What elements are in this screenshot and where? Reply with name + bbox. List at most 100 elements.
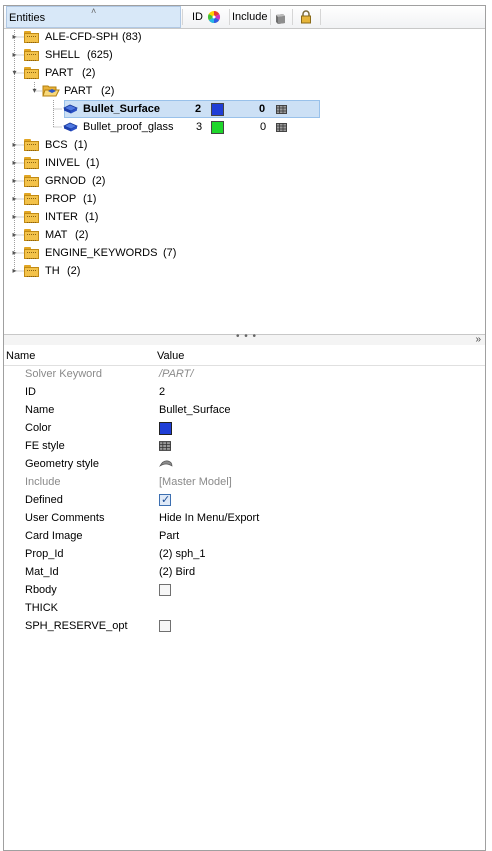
name-column-header[interactable]: Name: [6, 350, 35, 362]
tree-item-count: (625): [87, 49, 113, 61]
property-card-image[interactable]: Card Image Part: [4, 527, 485, 545]
tree-item-part[interactable]: ▾ PART (2): [4, 64, 304, 82]
property-prop-id[interactable]: Prop_Id (2) sph_1: [4, 545, 485, 563]
property-value: [Master Model]: [159, 476, 232, 488]
property-geometry-style[interactable]: Geometry style: [4, 455, 485, 473]
collapse-icon[interactable]: ▾: [11, 64, 18, 82]
property-value[interactable]: Part: [159, 527, 179, 545]
folder-icon: [24, 175, 39, 187]
property-name: Solver Keyword: [25, 368, 103, 380]
tree-item-bcs[interactable]: ▸ BCS (1): [4, 136, 304, 154]
expand-icon[interactable]: ▸: [11, 172, 18, 190]
include-column-header[interactable]: Include: [232, 6, 267, 28]
expand-icon[interactable]: ▸: [11, 136, 18, 154]
expand-icon[interactable]: ▸: [11, 208, 18, 226]
expand-icon[interactable]: ▸: [11, 154, 18, 172]
tree-item-count: (1): [86, 157, 100, 169]
tree-item-count: (2): [82, 67, 96, 79]
property-value[interactable]: Bullet_Surface: [159, 401, 231, 419]
expand-icon[interactable]: ▸: [11, 190, 18, 208]
tree-item-grnod[interactable]: ▸ GRNOD (2): [4, 172, 304, 190]
tree-item-mat[interactable]: ▸ MAT (2): [4, 226, 304, 244]
collapse-panel-icon[interactable]: »: [475, 334, 481, 345]
expand-icon[interactable]: ▸: [11, 262, 18, 280]
part-icon: [63, 104, 78, 114]
id-column-header[interactable]: ID: [192, 6, 203, 28]
property-user-comments[interactable]: User Comments Hide In Menu/Export: [4, 509, 485, 527]
tree-item-inter[interactable]: ▸ INTER (1): [4, 208, 304, 226]
tree-item-label: ENGINE_KEYWORDS: [45, 247, 158, 259]
entity-tree: ▸ ALE-CFD-SPH (83) ▸ SHELL (625) ▾ PART …: [4, 28, 485, 334]
rbody-checkbox[interactable]: [159, 584, 171, 596]
tree-item-label: PART: [45, 67, 74, 79]
part-id: 2: [195, 103, 202, 115]
tree-item-shell[interactable]: ▸ SHELL (625): [4, 46, 304, 64]
property-include: Include [Master Model]: [4, 473, 485, 491]
folder-icon: [24, 49, 39, 61]
property-name: User Comments: [25, 512, 105, 524]
property-value[interactable]: 2: [159, 383, 165, 401]
tree-item-bullet-proof-glass[interactable]: Bullet_proof_glass 3 0: [4, 118, 324, 136]
collapse-icon[interactable]: ▾: [31, 82, 38, 100]
fe-style-icon[interactable]: [274, 11, 286, 24]
property-solver-keyword: Solver Keyword /PART/: [4, 365, 485, 383]
tree-item-count: (2): [75, 229, 89, 241]
tree-item-label: MAT: [45, 229, 68, 241]
property-thick[interactable]: THICK: [4, 599, 485, 617]
color-swatch[interactable]: [211, 121, 224, 134]
id-header-label: ID: [192, 11, 203, 23]
property-id[interactable]: ID 2: [4, 383, 485, 401]
color-wheel-icon[interactable]: [207, 10, 221, 24]
color-swatch[interactable]: [211, 103, 224, 116]
property-name: THICK: [25, 602, 58, 614]
part-icon: [63, 122, 78, 132]
tree-item-label: PROP: [45, 193, 77, 205]
property-name: Geometry style: [25, 458, 99, 470]
property-value: /PART/: [159, 368, 194, 380]
tree-item-label: GRNOD: [45, 175, 86, 187]
property-name-row[interactable]: Name Bullet_Surface: [4, 401, 485, 419]
fe-style-icon[interactable]: [159, 441, 171, 451]
color-swatch[interactable]: [159, 422, 172, 435]
property-value[interactable]: (2) sph_1: [159, 545, 205, 563]
tree-item-count: (2): [67, 265, 81, 277]
part-include: 0: [260, 121, 267, 133]
property-rbody[interactable]: Rbody: [4, 581, 485, 599]
property-name: Prop_Id: [25, 548, 64, 560]
entities-column-header[interactable]: Entities ˄: [6, 6, 181, 28]
property-defined[interactable]: Defined: [4, 491, 485, 509]
fe-style-icon[interactable]: [276, 105, 287, 114]
tree-item-ale-cfd-sph[interactable]: ▸ ALE-CFD-SPH (83): [4, 28, 304, 46]
expand-icon[interactable]: ▸: [11, 244, 18, 262]
sph-reserve-opt-checkbox[interactable]: [159, 620, 171, 632]
tree-item-count: (1): [83, 193, 97, 205]
defined-checkbox[interactable]: [159, 491, 171, 509]
tree-item-count: (2): [101, 85, 115, 97]
fe-style-icon[interactable]: [276, 123, 287, 132]
tree-item-count: (7): [163, 247, 177, 259]
tree-item-th[interactable]: ▸ TH (2): [4, 262, 304, 280]
property-fe-style[interactable]: FE style: [4, 437, 485, 455]
tree-item-part-folder[interactable]: ▾ PART (2): [4, 82, 304, 100]
tree-item-engine-keywords[interactable]: ▸ ENGINE_KEYWORDS (7): [4, 244, 304, 262]
property-sph-reserve-opt[interactable]: SPH_RESERVE_opt: [4, 617, 485, 635]
panel-splitter[interactable]: • • • »: [4, 331, 485, 345]
geometry-style-icon[interactable]: [159, 459, 173, 469]
lock-icon[interactable]: [300, 10, 312, 24]
property-color[interactable]: Color: [4, 419, 485, 437]
tree-item-label: ALE-CFD-SPH: [45, 31, 119, 43]
property-name: SPH_RESERVE_opt: [25, 620, 128, 632]
tree-item-inivel[interactable]: ▸ INIVEL (1): [4, 154, 304, 172]
property-value[interactable]: Hide In Menu/Export: [159, 509, 259, 527]
expand-icon[interactable]: ▸: [11, 226, 18, 244]
expand-icon[interactable]: ▸: [11, 46, 18, 64]
expand-icon[interactable]: ▸: [11, 28, 18, 46]
tree-item-prop[interactable]: ▸ PROP (1): [4, 190, 304, 208]
tree-item-bullet-surface[interactable]: Bullet_Surface 2 0: [4, 100, 324, 118]
property-name: Color: [25, 422, 52, 434]
value-column-header[interactable]: Value: [157, 350, 184, 362]
property-value[interactable]: (2) Bird: [159, 563, 195, 581]
splitter-grip[interactable]: • • •: [236, 331, 257, 342]
property-mat-id[interactable]: Mat_Id (2) Bird: [4, 563, 485, 581]
property-name: Include: [25, 476, 61, 488]
